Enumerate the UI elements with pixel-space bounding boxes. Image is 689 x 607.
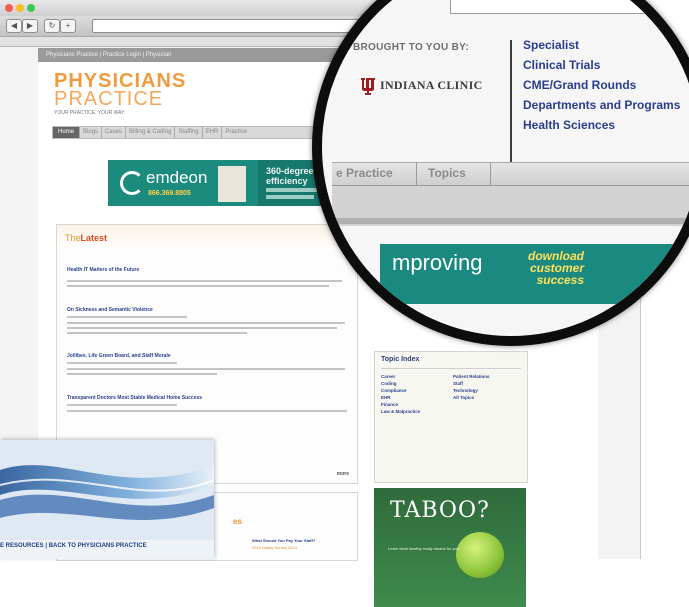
- topic-index-panel: Topic Index Career Coding Compliance EHR…: [374, 351, 528, 483]
- sponsor-link-health-sciences[interactable]: Health Sciences: [523, 118, 615, 132]
- topic-link[interactable]: Coding: [381, 381, 397, 386]
- reload-icon[interactable]: ↻: [44, 19, 60, 33]
- topic-link[interactable]: All Topics: [453, 395, 474, 400]
- zoom-window-button[interactable]: [27, 4, 35, 12]
- forward-icon[interactable]: ▶: [22, 19, 38, 33]
- promo-card: E RESOURCES | BACK TO PHYSICIANS PRACTIC…: [0, 440, 214, 559]
- sponsor-link-departments[interactable]: Departments and Programs: [523, 98, 680, 112]
- nav-item[interactable]: Staffing: [174, 127, 201, 138]
- nav-item[interactable]: EHR: [201, 127, 222, 138]
- article-link[interactable]: Health IT Matters of the Future: [67, 267, 139, 273]
- ad-word: mproving: [392, 250, 483, 275]
- nav-home[interactable]: Home: [53, 127, 80, 138]
- section-title: es: [233, 517, 242, 526]
- wave-graphic: [0, 440, 214, 540]
- sponsor-link-cme[interactable]: CME/Grand Rounds: [523, 78, 636, 92]
- sponsor-link-specialist[interactable]: Specialist: [523, 38, 579, 52]
- section-title: TheLatest: [65, 233, 108, 243]
- topic-index-title: Topic Index: [381, 356, 420, 363]
- nav-tab-practice[interactable]: e Practice: [336, 166, 393, 180]
- salary-survey-link[interactable]: 2014 Salary Survey 2014: [252, 545, 297, 550]
- topic-link[interactable]: Patient Relations: [453, 374, 490, 379]
- magnified-nav: e Practice Topics: [332, 162, 689, 186]
- article-link[interactable]: What Should You Pay Your Staff?: [252, 538, 315, 543]
- main-nav: Home Blogs Cases Billing & Coding Staffing EH…: [52, 126, 354, 139]
- sponsor-label: BROUGHT TO YOU BY:: [353, 42, 469, 53]
- minimize-window-button[interactable]: [16, 4, 24, 12]
- iu-trident-icon: [361, 78, 375, 95]
- site-tagline: YOUR PRACTICE. YOUR WAY.: [54, 110, 126, 116]
- topic-link[interactable]: Technology: [453, 388, 478, 393]
- add-bookmark-icon[interactable]: +: [60, 19, 76, 33]
- topic-link[interactable]: Staff: [453, 381, 463, 386]
- topic-link[interactable]: Law & Malpractice: [381, 409, 420, 414]
- nav-tab-topics[interactable]: Topics: [428, 166, 466, 180]
- nav-item[interactable]: Cases: [101, 127, 125, 138]
- ad-phone: 866.369.8805: [148, 190, 191, 197]
- taboo-headline: TABOO?: [390, 498, 490, 523]
- article-link[interactable]: On Sickness and Semantic Violence: [67, 307, 153, 313]
- more-link[interactable]: more: [337, 471, 349, 477]
- nav-item[interactable]: Practice: [221, 127, 250, 138]
- taboo-copy: Learn what healthy really means for you: [388, 546, 459, 551]
- close-window-button[interactable]: [5, 4, 13, 12]
- article-link[interactable]: Jollibee, Life Green Board, and Staff Mo…: [67, 353, 171, 359]
- ad-product-image: [218, 166, 246, 202]
- magnified-ad[interactable]: mproving download customer success: [380, 244, 680, 304]
- emdeon-ad-banner[interactable]: emdeon 866.369.8805 360-degree efficienc…: [108, 160, 338, 206]
- nav-item[interactable]: Blogs: [79, 127, 101, 138]
- sponsor-link-clinical-trials[interactable]: Clinical Trials: [523, 58, 600, 72]
- topic-link[interactable]: Compliance: [381, 388, 407, 393]
- back-icon[interactable]: ◀: [6, 19, 22, 33]
- promo-links[interactable]: E RESOURCES | BACK TO PHYSICIANS PRACTIC…: [0, 543, 147, 549]
- magnifier-lens: BROUGHT TO YOU BY: INDIANA CLINIC Specia…: [312, 0, 689, 346]
- taboo-ad[interactable]: TABOO? Learn what healthy really means f…: [374, 488, 526, 607]
- topic-link[interactable]: Career: [381, 374, 395, 379]
- search-input[interactable]: [450, 0, 689, 14]
- clinic-name[interactable]: INDIANA CLINIC: [380, 78, 483, 93]
- nav-item[interactable]: Billing & Coding: [125, 127, 174, 138]
- topic-link[interactable]: Finance: [381, 402, 398, 407]
- ad-brand: emdeon: [146, 168, 208, 187]
- ad-cta: download customer success: [528, 249, 584, 287]
- emdeon-logo-icon: [120, 171, 144, 195]
- topic-link[interactable]: EHR: [381, 395, 391, 400]
- site-logo-line2[interactable]: PRACTICE: [54, 89, 163, 109]
- apple-image: [456, 532, 504, 578]
- article-link[interactable]: Transparent Doctors Most Stable Medical …: [67, 395, 202, 401]
